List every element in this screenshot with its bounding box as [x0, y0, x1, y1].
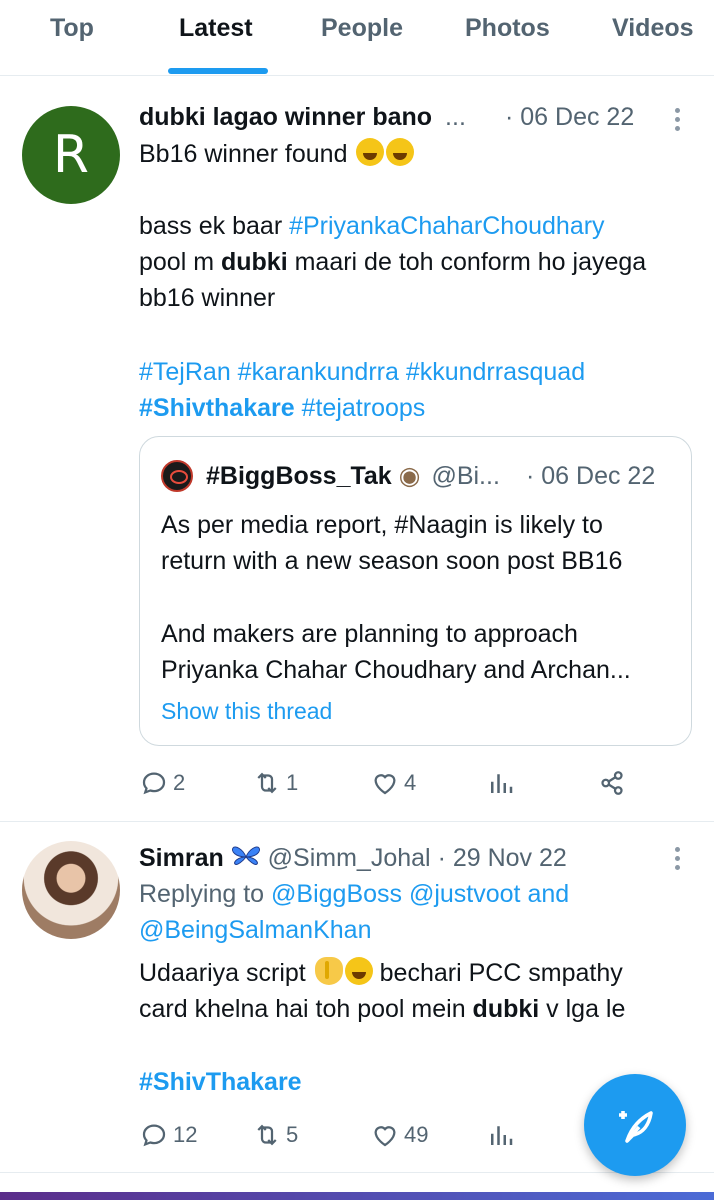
search-tabs: Top Latest People Photos Videos [0, 0, 714, 76]
tweet-text-line: Udaariya script [139, 959, 306, 987]
quoted-text-line: And makers are planning to approach [161, 620, 578, 648]
quoted-tweet-card[interactable]: #BiggBoss_Tak ◉ @Bi... · 06 Dec 22 As pe… [139, 436, 692, 746]
name-ellipsis: ... [445, 103, 466, 131]
clap-emoji-icon [314, 957, 343, 985]
active-tab-indicator [168, 68, 268, 74]
tweet-date[interactable]: · 06 Dec 22 [505, 99, 634, 135]
compose-icon [619, 1111, 653, 1143]
more-icon[interactable] [675, 847, 681, 874]
joy-emoji-icon [356, 138, 385, 166]
tweet-text-line: maari de toh conform ho jayega [287, 248, 647, 276]
replying-to-label: Replying to [139, 880, 272, 908]
mention-links[interactable]: @BiggBoss @justvoot and [271, 880, 569, 908]
tweet-actions: 2 1 4 [139, 765, 639, 801]
author-handle[interactable]: @Simm_Johal [268, 844, 431, 872]
reply-count: 12 [173, 1122, 198, 1147]
tab-videos[interactable]: Videos [612, 14, 694, 43]
author-name[interactable]: Simran [139, 844, 224, 872]
avatar[interactable] [22, 841, 120, 939]
reply-button[interactable]: 12 [139, 1117, 197, 1153]
joy-emoji-icon [344, 957, 373, 985]
quoted-author-name: #BiggBoss_Tak [206, 462, 392, 490]
bottom-edge [0, 1192, 714, 1200]
like-icon [374, 774, 396, 795]
reply-icon [142, 772, 166, 795]
retweet-icon [257, 1124, 277, 1146]
highlighted-keyword: dubki [472, 995, 540, 1023]
analytics-button[interactable] [486, 1117, 520, 1153]
hashtag-link[interactable]: #PriyankaChaharChoudhary [289, 212, 604, 240]
show-thread-link[interactable]: Show this thread [161, 693, 332, 729]
hashtag-links[interactable]: #TejRan #karankundrra #kkundrrasquad [139, 354, 585, 390]
quoted-handle: @Bi... [431, 462, 500, 490]
like-icon [374, 1126, 396, 1147]
mention-link[interactable]: @BeingSalmanKhan [139, 912, 371, 948]
analytics-button[interactable] [486, 765, 520, 801]
hashtag-link[interactable]: #Shivthakare [139, 394, 295, 422]
tab-latest[interactable]: Latest [179, 14, 253, 43]
tab-people[interactable]: People [321, 14, 403, 43]
retweet-count: 1 [286, 770, 299, 795]
quoted-text-line: Priyanka Chahar Choudhary and Archan... [161, 656, 631, 684]
like-count: 4 [404, 770, 417, 795]
hashtag-link[interactable]: #ShivThakare [139, 1064, 302, 1100]
tweet-text-line: v lga le [539, 995, 626, 1023]
tweet-actions: 12 5 49 [139, 1117, 639, 1153]
tab-photos[interactable]: Photos [465, 14, 550, 43]
tab-top[interactable]: Top [50, 14, 94, 43]
like-button[interactable]: 49 [370, 1117, 428, 1153]
retweet-count: 5 [286, 1122, 299, 1147]
tweet-text-line: bechari PCC smpathy [372, 959, 623, 987]
tweet-text-line: pool m [139, 248, 221, 276]
joy-emoji-icon [386, 138, 415, 166]
avatar[interactable]: R [22, 106, 120, 204]
share-icon [601, 771, 623, 795]
tweet[interactable]: R dubki lagao winner bano ... · 06 Dec 2… [0, 86, 714, 816]
tweet-text-line: bb16 winner [139, 284, 276, 312]
reply-count: 2 [173, 770, 186, 795]
eye-emoji-icon: ◉ [398, 462, 421, 490]
highlighted-keyword: dubki [220, 248, 288, 276]
compose-tweet-button[interactable] [584, 1074, 686, 1176]
quoted-date: · 06 Dec 22 [526, 462, 656, 490]
tweet-text-line: bass ek baar [139, 212, 290, 240]
analytics-icon [491, 774, 513, 793]
butterfly-emoji-icon [231, 846, 260, 865]
avatar-letter: R [52, 125, 90, 185]
tweet-text-line: card khelna hai toh pool mein [139, 995, 473, 1023]
tweet-divider [0, 1172, 714, 1173]
quoted-text-line: As per media report, #Naagin is likely t… [161, 511, 603, 539]
tweet-date[interactable]: · 29 Nov 22 [438, 844, 567, 872]
quoted-avatar [161, 460, 193, 492]
like-count: 49 [404, 1122, 429, 1147]
reply-button[interactable]: 2 [139, 765, 185, 801]
quoted-text-line: return with a new season soon post BB16 [161, 547, 623, 575]
analytics-icon [491, 1126, 513, 1145]
more-icon[interactable] [675, 108, 681, 135]
retweet-button[interactable]: 1 [252, 765, 298, 801]
share-button[interactable] [597, 765, 631, 801]
tweet-text-line: Bb16 winner found [139, 140, 348, 168]
retweet-button[interactable]: 5 [252, 1117, 298, 1153]
retweet-icon [257, 772, 277, 794]
hashtag-link[interactable]: #tejatroops [295, 394, 426, 422]
reply-icon [142, 1124, 166, 1147]
like-button[interactable]: 4 [370, 765, 416, 801]
author-name[interactable]: dubki lagao winner bano [139, 103, 432, 131]
